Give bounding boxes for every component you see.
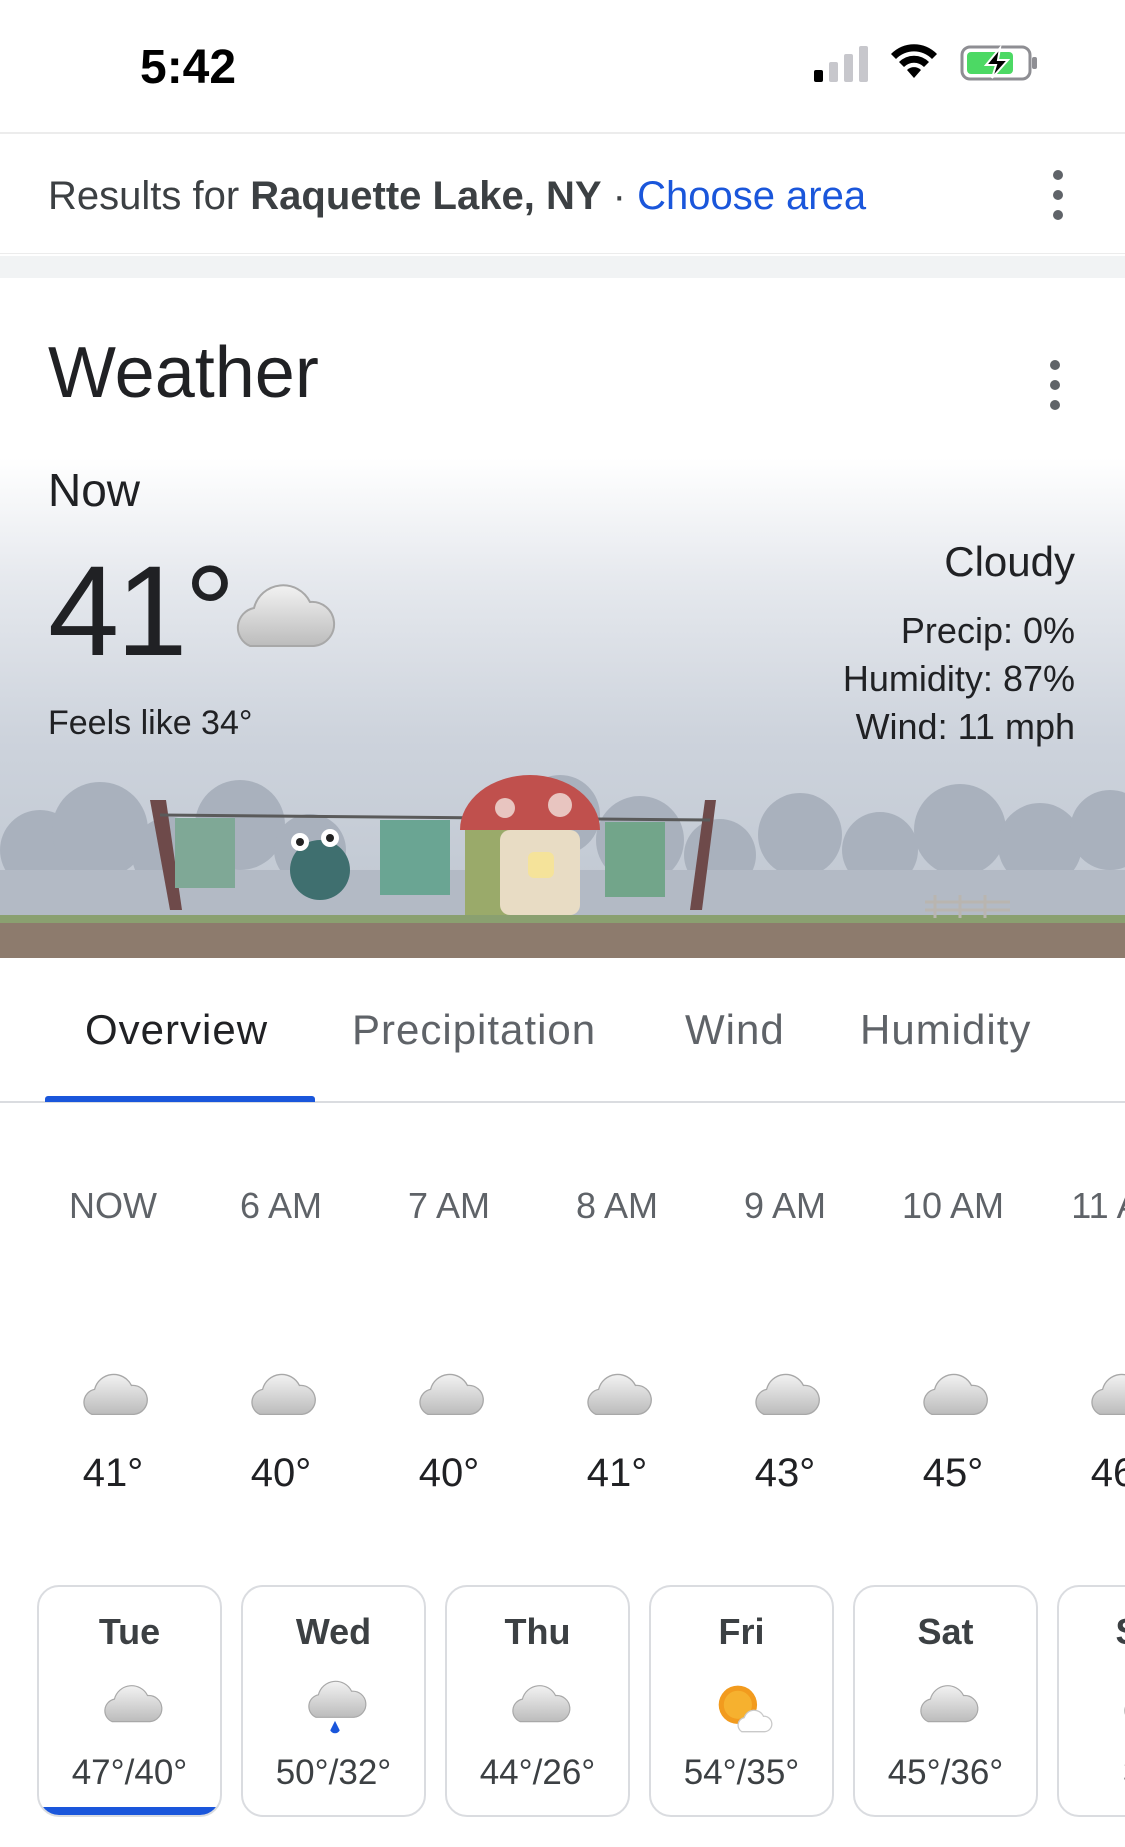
now-label: Now — [48, 464, 141, 516]
hour-temp: 45° — [922, 1451, 984, 1495]
choose-area-link[interactable]: Choose area — [637, 174, 866, 218]
tab-precipitation[interactable]: Precipitation — [352, 1006, 596, 1054]
day-temp-range: 39° — [1059, 1753, 1125, 1793]
current-temperature: 41° — [48, 540, 236, 683]
cloud-icon — [419, 1373, 484, 1416]
active-tab-indicator — [45, 1096, 315, 1102]
daily-forecast[interactable]: Tue 47°/40° Wed 50°/32° Thu 44°/26° Fri … — [0, 1585, 1125, 1847]
hour-time: 8 AM — [575, 1185, 659, 1226]
results-separator: · — [601, 174, 638, 218]
day-name: Sun — [1059, 1611, 1125, 1653]
tab-wind[interactable]: Wind — [685, 1006, 785, 1054]
feels-like: Feels like 34° — [48, 704, 253, 742]
cloud-icon — [920, 1685, 979, 1723]
cloud-icon — [755, 1373, 820, 1416]
cloud-icon — [236, 584, 336, 647]
hour-time: 10 AM — [901, 1185, 1005, 1226]
cloud-icon — [587, 1373, 652, 1416]
cloud-icon — [512, 1685, 571, 1723]
day-name: Thu — [504, 1611, 571, 1652]
hour-temp: 41° — [586, 1451, 648, 1495]
selected-day-indicator — [39, 1807, 220, 1815]
day-temp-range: 47°/40° — [71, 1753, 188, 1792]
wifi-icon — [891, 44, 937, 78]
hour-temp: 41° — [82, 1451, 144, 1495]
rain-cloud-icon — [308, 1680, 367, 1734]
weather-title: Weather — [48, 333, 319, 413]
day-temp-range: 45°/36° — [887, 1753, 1004, 1792]
cloud-icon — [1124, 1706, 1125, 1715]
hour-temp: 46° — [1090, 1451, 1125, 1495]
tab-humidity[interactable]: Humidity — [860, 1006, 1031, 1054]
weather-tabs: Overview Precipitation Wind Humidity — [0, 958, 1125, 1103]
day-card-sun[interactable]: Sun 39° — [1057, 1585, 1125, 1817]
tab-overview[interactable]: Overview — [85, 1006, 268, 1054]
cloud-icon — [1091, 1373, 1125, 1416]
day-card-thu[interactable]: Thu 44°/26° — [445, 1585, 630, 1817]
cloud-icon — [251, 1373, 316, 1416]
day-card-fri[interactable]: Fri 54°/35° — [649, 1585, 834, 1817]
cellular-signal-icon — [814, 44, 868, 82]
cloud-icon — [104, 1685, 163, 1723]
day-temp-range: 54°/35° — [683, 1753, 800, 1792]
hour-temp: 40° — [250, 1451, 312, 1495]
results-more-options-icon[interactable] — [1048, 170, 1068, 220]
day-name: Sat — [917, 1611, 974, 1652]
precip-stat: Precip: 0% — [900, 610, 1075, 651]
status-bar: 5:42 — [0, 0, 1125, 130]
battery-charging-icon — [960, 44, 1037, 81]
hour-time: NOW — [69, 1185, 157, 1226]
day-name: Tue — [98, 1611, 161, 1652]
day-name: Wed — [295, 1611, 372, 1652]
weather-condition: Cloudy — [944, 538, 1075, 585]
hour-time: 11 AM — [1071, 1185, 1125, 1226]
partly-sunny-icon — [718, 1685, 773, 1733]
day-card-wed[interactable]: Wed 50°/32° — [241, 1585, 426, 1817]
status-time: 5:42 — [140, 41, 237, 94]
day-temp-range: 50°/32° — [275, 1753, 392, 1792]
day-card-sat[interactable]: Sat 45°/36° — [853, 1585, 1038, 1817]
location-name: Raquette Lake, NY — [250, 174, 602, 218]
cloud-icon — [923, 1373, 988, 1416]
hour-time: 9 AM — [743, 1185, 827, 1226]
hour-temp: 40° — [418, 1451, 480, 1495]
day-temp-range: 44°/26° — [479, 1753, 596, 1792]
humidity-stat: Humidity: 87% — [842, 658, 1075, 699]
results-location-text: Results for Raquette Lake, NY · Choose a… — [48, 174, 866, 219]
results-prefix: Results for — [48, 174, 251, 218]
hour-time: 7 AM — [407, 1185, 491, 1226]
wind-stat: Wind: 11 mph — [855, 706, 1075, 747]
weather-illustration — [0, 775, 1125, 958]
day-card-tue[interactable]: Tue 47°/40° — [37, 1585, 222, 1817]
hour-time: 6 AM — [239, 1185, 323, 1226]
section-divider — [0, 256, 1125, 278]
weather-card: Weather Now 41° Feels like 34° Cloudy Pr… — [0, 278, 1125, 958]
hour-temp: 43° — [754, 1451, 816, 1495]
results-bar: Results for Raquette Lake, NY · Choose a… — [0, 132, 1125, 254]
weather-more-options-icon[interactable] — [1045, 360, 1065, 410]
cloud-icon — [83, 1373, 148, 1416]
status-icons — [814, 44, 1040, 82]
hourly-forecast[interactable]: NOW 41° 6 AM 40° 7 AM 40° 8 AM 41° 9 AM … — [0, 1105, 1125, 1545]
day-name: Fri — [718, 1611, 765, 1652]
